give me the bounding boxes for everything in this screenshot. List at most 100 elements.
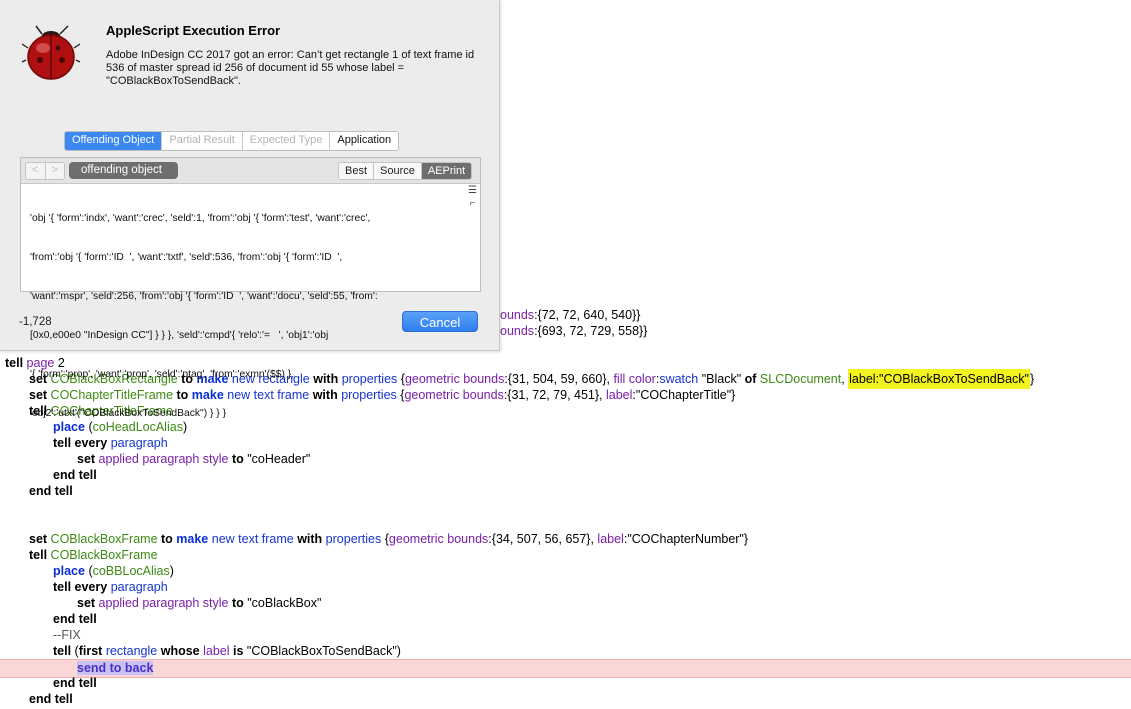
code-token: "Black" <box>698 372 745 386</box>
forward-arrow-icon[interactable]: > <box>46 163 65 179</box>
code-line[interactable]: end tell <box>0 611 1131 627</box>
format-aeprint-button[interactable]: AEPrint <box>421 163 472 179</box>
dialog-title: AppleScript Execution Error <box>106 23 281 38</box>
code-token: to <box>228 596 248 610</box>
code-token: new text frame <box>208 532 294 546</box>
code-token: place <box>53 564 85 578</box>
list-icon: ☰ <box>468 185 477 196</box>
code-line[interactable]: tell COBlackBoxFrame <box>0 547 1131 563</box>
code-token: set <box>77 452 99 466</box>
tab-application[interactable]: Application <box>330 132 398 150</box>
code-line[interactable]: tell every paragraph <box>0 579 1131 595</box>
code-token: applied paragraph style <box>98 596 229 610</box>
code-token: label <box>606 388 633 402</box>
error-number: -1,728 <box>19 316 52 328</box>
code-line-content: set applied paragraph style to "coBlackB… <box>77 596 321 610</box>
code-token: end tell <box>53 676 97 690</box>
code-token: set <box>77 596 99 610</box>
code-line[interactable]: end tell <box>0 691 1131 707</box>
code-token: ( <box>84 564 93 578</box>
code-token: with <box>293 532 326 546</box>
code-line-content: end tell <box>53 676 97 690</box>
code-token: tell <box>53 644 75 658</box>
code-token: "coHeader" <box>247 452 311 466</box>
code-line-content: tell every paragraph <box>53 580 168 594</box>
object-text-line: [0x0,e00e0 "InDesign CC"] } } }, 'seld':… <box>30 330 329 341</box>
code-token: end tell <box>53 468 97 482</box>
code-line[interactable] <box>0 515 1131 531</box>
object-text-line: 'obj '{ 'form':'indx', 'want':'crec', 's… <box>30 213 371 224</box>
code-token: swatch <box>659 372 699 386</box>
code-token: COBlackBoxFrame <box>50 532 158 546</box>
code-token: :{31, 72, 79, 451}, <box>503 388 606 402</box>
panel-toolbar: < > offending object Best Source AEPrint <box>21 158 480 184</box>
code-token: "COBlackBoxToSendBack") <box>246 644 401 658</box>
editor-line-fragment: ounds:{72, 72, 640, 540}} <box>500 307 640 323</box>
code-line[interactable]: end tell <box>0 467 1131 483</box>
code-line-content: place (coBBLocAlias) <box>53 564 174 578</box>
object-text-line: 'from':'obj '{ 'form':'ID ', 'want':'txt… <box>30 252 343 263</box>
back-arrow-icon[interactable]: < <box>26 163 46 179</box>
history-nav: < > <box>25 162 65 180</box>
code-token: end tell <box>53 612 97 626</box>
code-line[interactable]: end tell <box>0 675 1131 691</box>
format-best-button[interactable]: Best <box>339 163 375 179</box>
code-line-content: end tell <box>29 484 73 498</box>
code-token: geometric bounds <box>388 532 489 546</box>
panel-title: offending object <box>69 162 178 179</box>
code-token: to <box>157 532 177 546</box>
code-token: :{31, 504, 59, 660}, <box>504 372 614 386</box>
code-token: tell <box>29 548 51 562</box>
error-message: Adobe InDesign CC 2017 got an error: Can… <box>106 49 475 87</box>
code-token: properties <box>325 532 382 546</box>
code-token: SLCDocument <box>759 372 842 386</box>
offending-object-text[interactable]: 'obj '{ 'form':'indx', 'want':'crec', 's… <box>30 186 460 446</box>
code-token: } <box>1029 372 1035 386</box>
code-token: of <box>744 372 757 386</box>
code-line[interactable]: set applied paragraph style to "coBlackB… <box>0 595 1131 611</box>
tab-partial-result[interactable]: Partial Result <box>162 132 243 150</box>
code-token: coBBLocAlias <box>92 564 170 578</box>
code-line[interactable]: tell (first rectangle whose label is "CO… <box>0 643 1131 659</box>
code-line-content: end tell <box>29 692 73 706</box>
code-line[interactable]: end tell <box>0 483 1131 499</box>
format-selector: Best Source AEPrint <box>338 162 473 180</box>
code-token: fill color <box>613 372 656 386</box>
code-token: applied paragraph style <box>98 452 229 466</box>
code-line-content: --FIX <box>53 628 81 642</box>
code-token: ) <box>169 564 174 578</box>
code-token: set <box>29 532 51 546</box>
code-line[interactable]: place (coBBLocAlias) <box>0 563 1131 579</box>
selected-token: send to back <box>77 661 154 675</box>
code-line-content: end tell <box>53 612 97 626</box>
code-token: end tell <box>29 692 73 706</box>
code-token: --FIX <box>53 628 81 642</box>
code-line-content: set COBlackBoxFrame to make new text fra… <box>29 532 748 546</box>
code-token: { <box>381 532 389 546</box>
fragment-property: ounds <box>500 324 535 338</box>
code-line[interactable]: set applied paragraph style to "coHeader… <box>0 451 1131 467</box>
object-text-line: '{ 'form':'prop', 'want':'prop', 'seld':… <box>30 369 295 380</box>
code-token: first <box>78 644 106 658</box>
error-dialog: AppleScript Execution Error Adobe InDesi… <box>0 0 500 419</box>
tab-expected-type[interactable]: Expected Type <box>243 132 331 150</box>
code-token: COBlackBoxFrame <box>50 548 158 562</box>
code-line-content: tell COBlackBoxFrame <box>29 548 158 562</box>
code-line[interactable]: set COBlackBoxFrame to make new text fra… <box>0 531 1131 547</box>
code-token: paragraph <box>110 580 168 594</box>
fragment-property: ounds <box>500 308 535 322</box>
code-token: is <box>229 644 247 658</box>
code-token: label <box>203 644 230 658</box>
wrap-icon: ⌐ <box>469 198 476 209</box>
cancel-button[interactable]: Cancel <box>402 311 478 332</box>
format-source-button[interactable]: Source <box>374 163 422 179</box>
tab-offending-object[interactable]: Offending Object <box>65 132 163 150</box>
code-token: make <box>176 532 209 546</box>
text-scroll-control[interactable]: ☰ ⌐ <box>467 184 478 212</box>
code-line[interactable] <box>0 499 1131 515</box>
code-token: :"COChapterTitle"} <box>632 388 736 402</box>
code-token: end tell <box>29 484 73 498</box>
code-line[interactable]: --FIX <box>0 627 1131 643</box>
code-token: label <box>597 532 624 546</box>
highlighted-token: label:"COBlackBoxToSendBack" <box>848 369 1030 389</box>
